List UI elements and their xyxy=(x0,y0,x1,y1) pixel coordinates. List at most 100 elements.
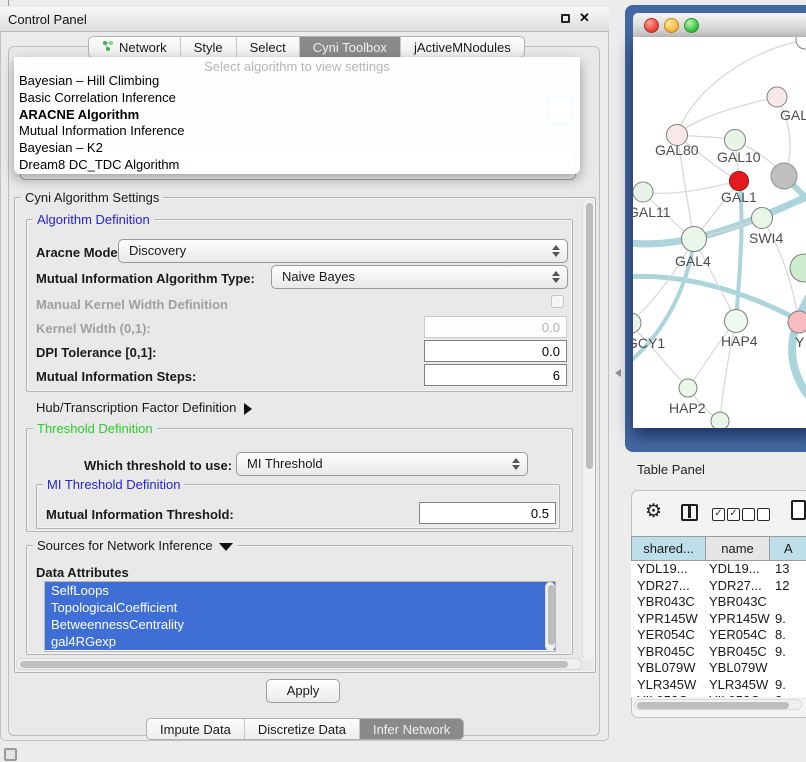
kernel-width-input[interactable] xyxy=(424,316,567,338)
column-header-shared[interactable]: shared... xyxy=(631,536,705,561)
cell: YIL052C xyxy=(709,693,773,697)
tab-discretize-data[interactable]: Discretize Data xyxy=(245,719,360,739)
hub-definition-toggle[interactable]: Hub/Transcription Factor Definition xyxy=(36,400,252,415)
tab-style[interactable]: Style xyxy=(181,37,237,57)
cell: YBR045C xyxy=(637,644,703,660)
tab-infer-network[interactable]: Infer Network xyxy=(360,719,463,739)
attributes-scrollbar-thumb[interactable] xyxy=(548,585,555,645)
network-window-titlebar[interactable] xyxy=(633,13,806,38)
gear-icon[interactable]: ⚙ xyxy=(645,501,662,523)
mi-algorithm-type-label: Mutual Information Algorithm Type: xyxy=(36,271,255,286)
unchecked-checkbox-icon[interactable] xyxy=(757,508,770,521)
which-threshold-value: MI Threshold xyxy=(247,456,323,471)
network-window[interactable]: GAL GAL80 GAL10 GAL1 GAL11 SWI4 GAL4 GCY… xyxy=(625,5,806,452)
splitter-arrow-icon[interactable] xyxy=(615,369,621,377)
cell: YLR345W xyxy=(637,677,703,693)
node-label: GAL xyxy=(780,107,806,123)
apply-button[interactable]: Apply xyxy=(266,679,340,703)
tab-impute-data[interactable]: Impute Data xyxy=(147,719,245,739)
hub-definition-label: Hub/Transcription Factor Definition xyxy=(36,400,236,415)
tab-jactivemnodules[interactable]: jActiveMNodules xyxy=(401,37,524,57)
cell: YIL052C xyxy=(637,693,703,697)
settings-horizontal-scrollbar[interactable] xyxy=(16,658,582,670)
panel-grid-icon[interactable] xyxy=(4,748,17,761)
cell: YDR27... xyxy=(709,578,773,594)
tab-cyni-toolbox-label: Cyni Toolbox xyxy=(313,37,387,58)
dropdown-item[interactable]: Mutual Information Inference xyxy=(14,123,580,140)
column-header-partial[interactable]: A xyxy=(769,536,806,561)
dropdown-item[interactable]: Bayesian – K2 xyxy=(14,140,580,157)
collapse-down-icon xyxy=(219,543,233,551)
node-label: HAP4 xyxy=(721,333,758,349)
node-label: GAL4 xyxy=(675,253,711,269)
document-icon[interactable] xyxy=(791,500,806,520)
list-item[interactable]: SelfLoops xyxy=(45,582,555,599)
cell: YDR27... xyxy=(637,578,703,594)
attributes-scrollbar[interactable] xyxy=(545,582,555,651)
cell: YPR145W xyxy=(637,611,703,627)
cell: YBL079W xyxy=(637,660,703,676)
zoom-traffic-light[interactable] xyxy=(684,18,699,33)
dropdown-item[interactable]: Bayesian – Hill Climbing xyxy=(14,73,580,90)
dropdown-item[interactable]: Basic Correlation Inference xyxy=(14,90,580,107)
settings-vertical-scrollbar-thumb[interactable] xyxy=(586,203,593,469)
node-label: Y xyxy=(795,334,804,350)
close-traffic-light[interactable] xyxy=(644,18,659,33)
node-label: HAP2 xyxy=(669,400,706,416)
mi-threshold-input[interactable] xyxy=(419,502,556,524)
dropdown-item-selected[interactable]: ARACNE Algorithm xyxy=(14,107,580,124)
tab-discretize-data-label: Discretize Data xyxy=(258,719,346,740)
aracne-mode-label: Aracne Mode: xyxy=(36,245,122,260)
unchecked-checkbox-icon[interactable] xyxy=(742,508,755,521)
cell: YBL079W xyxy=(709,660,773,676)
tab-network[interactable]: Network xyxy=(89,37,181,57)
algorithm-dropdown: Select algorithm to view settings Bayesi… xyxy=(14,57,580,174)
table-horizontal-scrollbar-thumb[interactable] xyxy=(637,702,789,709)
checked-checkbox-icon[interactable]: ✓ xyxy=(727,508,740,521)
table-body: YDL19... YDL19... 13 YDR27... YDR27... 1… xyxy=(631,561,806,697)
float-window-icon[interactable] xyxy=(561,14,570,23)
cell: YBR045C xyxy=(709,644,773,660)
expand-right-icon xyxy=(244,403,252,415)
checked-checkbox-icon[interactable]: ✓ xyxy=(712,508,725,521)
list-item[interactable]: gal4RGexp xyxy=(45,633,555,650)
cell: 13 xyxy=(775,561,806,577)
list-item[interactable]: BetweennessCentrality xyxy=(45,616,555,633)
tab-cyni-toolbox[interactable]: Cyni Toolbox xyxy=(300,37,401,57)
list-item[interactable]: TopologicalCoefficient xyxy=(45,599,555,616)
cell: YBR043C xyxy=(637,594,703,610)
cell: YLR345W xyxy=(709,677,773,693)
mi-algorithm-type-combobox[interactable]: Naive Bayes xyxy=(271,265,568,289)
combo-spinner-icon xyxy=(552,245,560,257)
sources-title[interactable]: Sources for Network Inference xyxy=(33,538,237,553)
tab-infer-network-label: Infer Network xyxy=(373,719,450,740)
aracne-mode-combobox[interactable]: Discovery xyxy=(118,239,568,263)
minimize-traffic-light[interactable] xyxy=(664,18,679,33)
node-label: GCY1 xyxy=(633,335,665,351)
control-panel-tabbar: Network Style Select Cyni Toolbox jActiv… xyxy=(88,36,525,58)
kernel-width-label: Kernel Width (0,1): xyxy=(36,321,151,336)
columns-icon[interactable] xyxy=(681,504,698,521)
dpi-tolerance-input[interactable] xyxy=(424,340,567,362)
cell: 12 xyxy=(775,578,806,594)
cell: 8. xyxy=(775,627,806,643)
table-horizontal-scrollbar[interactable] xyxy=(634,699,802,710)
column-header-name[interactable]: name xyxy=(705,536,769,561)
tab-style-label: Style xyxy=(194,37,223,58)
tab-jactivemnodules-label: jActiveMNodules xyxy=(414,37,511,58)
node-label: GAL11 xyxy=(633,204,671,220)
close-icon[interactable]: ✕ xyxy=(579,10,590,26)
tab-select[interactable]: Select xyxy=(237,37,300,57)
settings-vertical-scrollbar[interactable] xyxy=(582,200,594,660)
manual-kernel-width-checkbox[interactable] xyxy=(551,295,564,308)
cell: YER054C xyxy=(637,627,703,643)
which-threshold-combobox[interactable]: MI Threshold xyxy=(236,452,528,476)
cell: YDL19... xyxy=(637,561,703,577)
settings-horizontal-scrollbar-thumb[interactable] xyxy=(20,661,568,668)
node-label: GAL1 xyxy=(721,189,757,205)
network-canvas[interactable]: GAL GAL80 GAL10 GAL1 GAL11 SWI4 GAL4 GCY… xyxy=(633,37,806,428)
manual-kernel-width-label: Manual Kernel Width Definition xyxy=(36,297,228,312)
mi-steps-input[interactable] xyxy=(424,364,567,386)
dropdown-item[interactable]: Dream8 DC_TDC Algorithm xyxy=(14,157,580,174)
cell: 9. xyxy=(775,611,806,627)
